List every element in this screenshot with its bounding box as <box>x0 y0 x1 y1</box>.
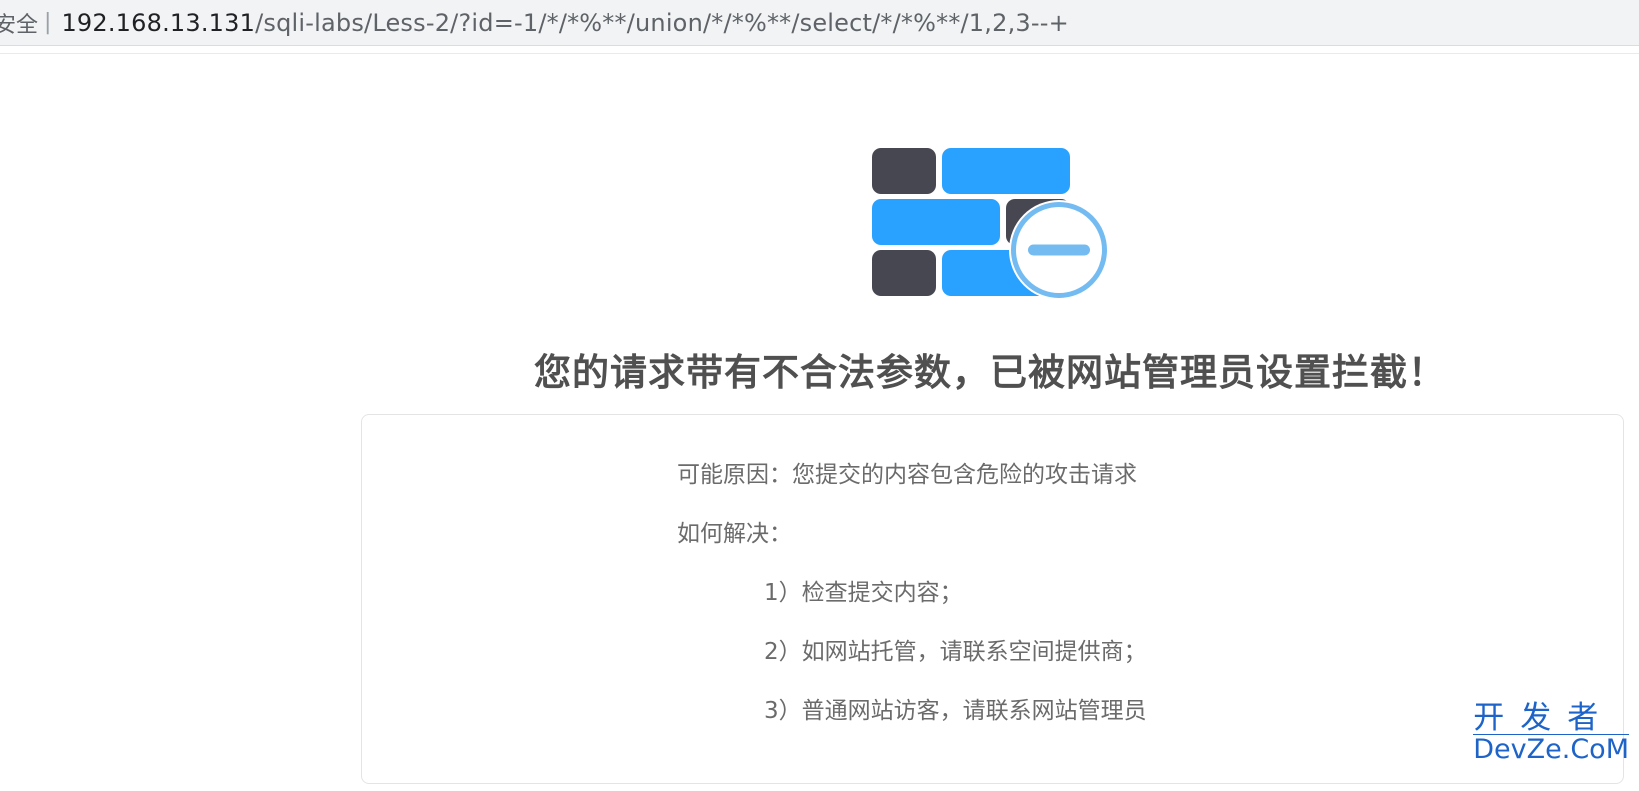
how-to-solve-label: 如何解决： <box>677 521 792 547</box>
info-card: 可能原因：您提交的内容包含危险的攻击请求 如何解决： 1）检查提交内容； 2）如… <box>361 414 1624 784</box>
watermark-en: DevZe.CoM <box>1473 734 1629 765</box>
solution-step: 1）检查提交内容； <box>764 580 963 606</box>
firewall-brick-icon <box>872 148 1109 300</box>
url-text[interactable]: 192.168.13.131/sqli-labs/Less-2/?id=-1/*… <box>61 9 1068 37</box>
blocked-minus-icon <box>1009 200 1109 300</box>
page-title: 您的请求带有不合法参数，已被网站管理员设置拦截！ <box>534 351 1446 394</box>
url-host: 192.168.13.131 <box>61 8 256 37</box>
reason-text: 可能原因：您提交的内容包含危险的攻击请求 <box>677 462 1137 488</box>
watermark-cn: 开发者 <box>1473 700 1615 736</box>
separator: | <box>44 10 52 35</box>
address-bar[interactable]: 安全 | 192.168.13.131/sqli-labs/Less-2/?id… <box>0 0 1639 46</box>
url-path: /sqli-labs/Less-2/?id=-1/*/*%**/union/*/… <box>255 8 1069 37</box>
solution-step: 3）普通网站访客，请联系网站管理员 <box>764 698 1147 724</box>
security-label[interactable]: 安全 <box>0 7 38 39</box>
solution-step: 2）如网站托管，请联系空间提供商； <box>764 639 1147 665</box>
watermark: 开发者 DevZe.CoM <box>1473 703 1629 763</box>
divider <box>0 53 1639 54</box>
